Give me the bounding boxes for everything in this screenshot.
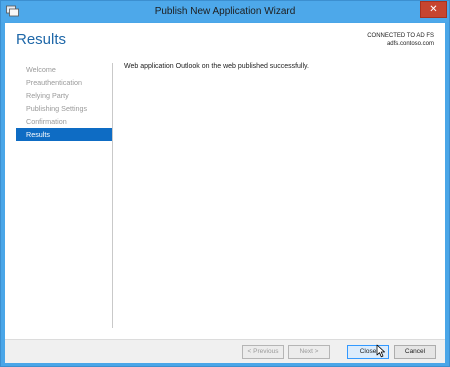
cancel-button[interactable]: Cancel [394,345,436,359]
results-message: Web application Outlook on the web publi… [124,63,309,70]
window-close-button[interactable]: ✕ [420,1,447,18]
step-publishing-settings: Publishing Settings [26,104,88,113]
connection-server: adfs.contoso.com [386,41,434,47]
previous-button[interactable]: < Previous [242,345,284,359]
wizard-client-area: Results CONNECTED TO AD FS adfs.contoso.… [5,23,445,363]
window-title: Publish New Application Wizard [154,6,296,17]
title-bar[interactable]: Publish New Application Wizard ✕ [1,1,449,22]
nav-divider [112,63,113,328]
step-results: Results [16,128,112,141]
step-relying-party: Relying Party [26,91,69,100]
mouse-pointer-icon [376,344,385,358]
step-confirmation: Confirmation [26,117,67,126]
connection-status: CONNECTED TO AD FS [367,33,434,39]
page-title: Results [16,31,67,48]
step-preauthentication: Preauthentication [26,78,82,87]
connection-info: CONNECTED TO AD FS adfs.contoso.com [367,32,434,48]
step-welcome: Welcome [26,65,56,74]
next-button[interactable]: Next > [288,345,330,359]
wizard-steps-nav: Welcome Preauthentication Relying Party … [16,63,112,141]
wizard-window: Publish New Application Wizard ✕ Results… [0,0,450,367]
